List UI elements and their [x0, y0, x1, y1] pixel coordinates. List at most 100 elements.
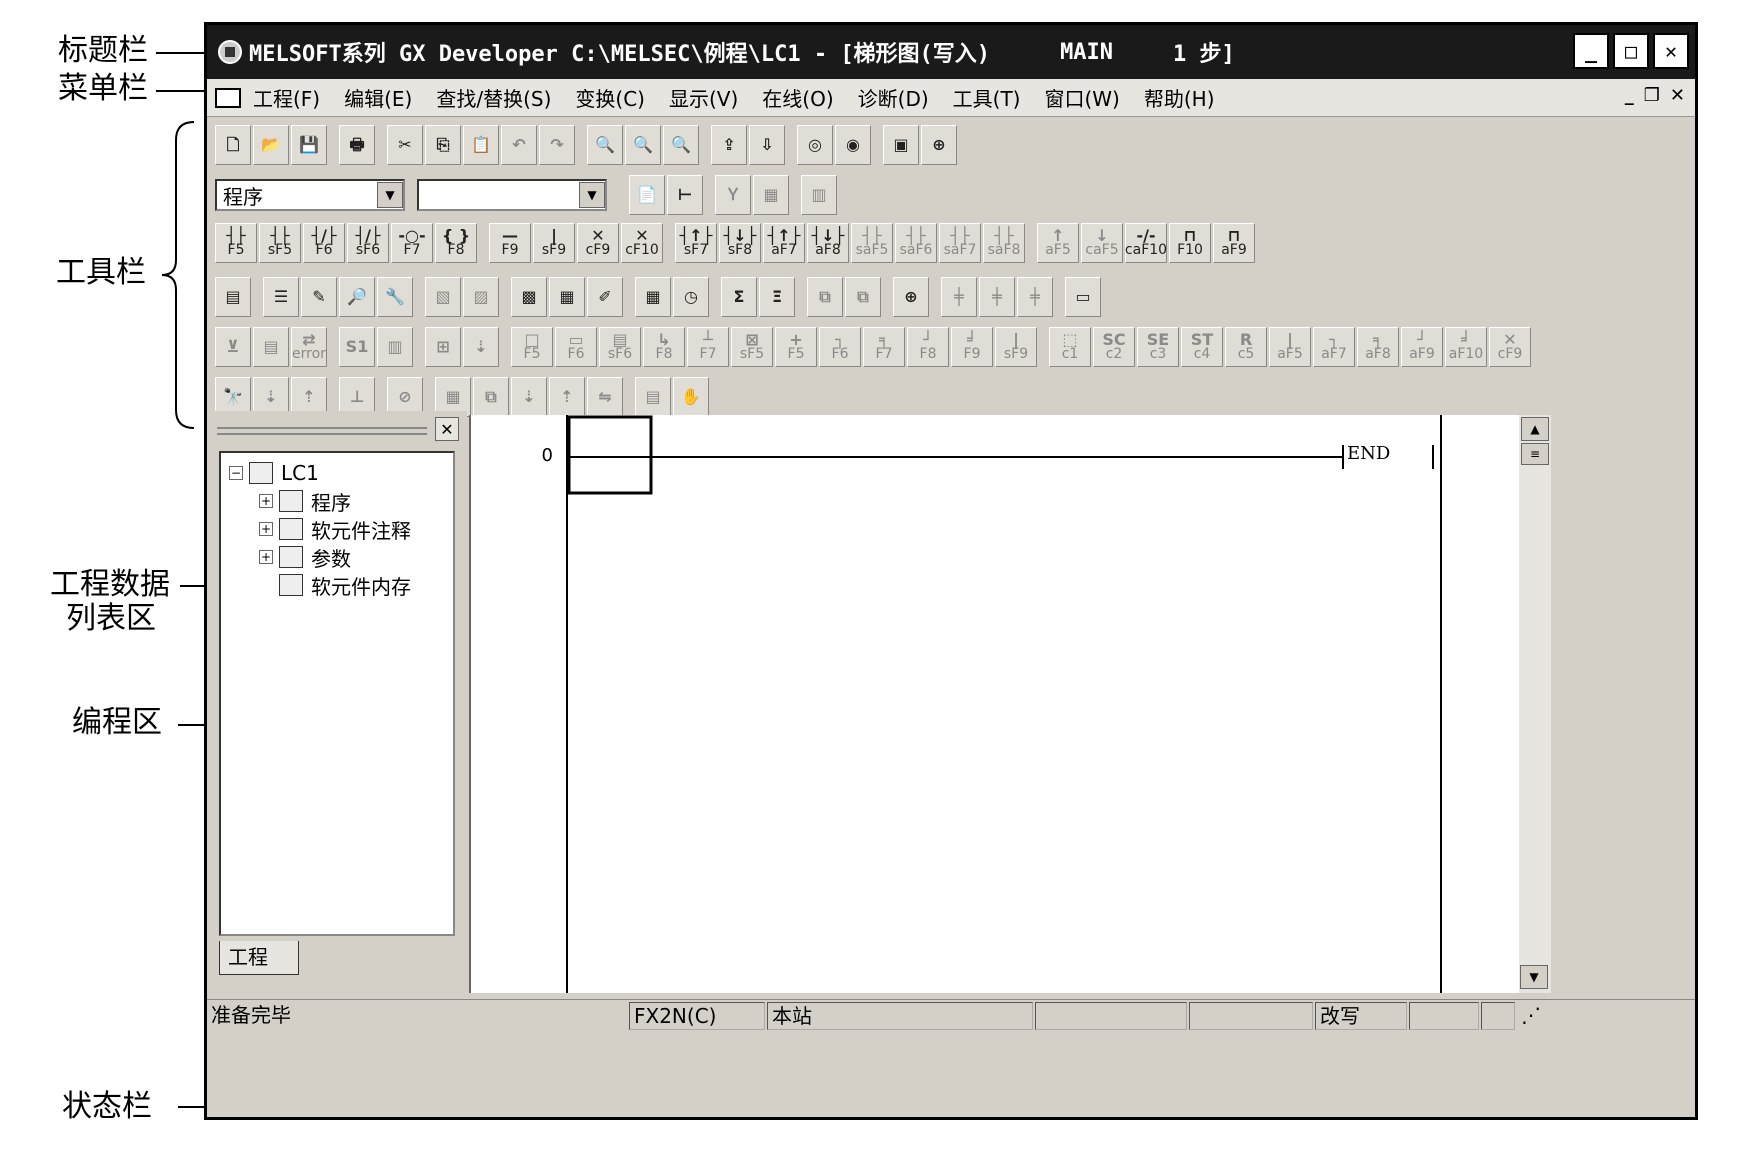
line-delete-button[interactable]: ⊓ aF9 [1213, 223, 1255, 263]
paste-icon[interactable]: 📋 [463, 125, 499, 165]
minimize-button[interactable]: _ [1573, 33, 1609, 69]
sfc-af5-button[interactable]: | aF5 [1269, 327, 1311, 367]
window-cascade-icon[interactable]: ⧉ [845, 277, 881, 317]
parallel-nc-contact-button[interactable]: ┤/├ sF6 [347, 223, 389, 263]
falling-pulse-button[interactable]: ┤↓├ sF8 [719, 223, 761, 263]
comment-icon[interactable]: Ｙ [715, 175, 751, 215]
cut-icon[interactable]: ✂ [387, 125, 423, 165]
tree-item-device-comment[interactable]: + 软元件注释 [229, 515, 453, 543]
window-tile-icon[interactable]: ⧉ [807, 277, 843, 317]
parallel-rising-button[interactable]: ┤↑├ aF7 [763, 223, 805, 263]
expand-icon[interactable]: + [259, 494, 273, 508]
monitor-write-icon[interactable]: ◉ [835, 125, 871, 165]
rising-negated-button[interactable]: ┤├ saF5 [851, 223, 893, 263]
new-file-icon[interactable]: 🗋 [215, 125, 251, 165]
close-button[interactable]: ✕ [1653, 33, 1689, 69]
sfc-end-step-button[interactable]: ▤ sF6 [599, 327, 641, 367]
sfc-vertical-line-button[interactable]: | sF9 [995, 327, 1037, 367]
tree-item-root[interactable]: − LC1 [229, 459, 453, 487]
instruction-search-icon[interactable]: 🔍 [625, 125, 661, 165]
panel-grip[interactable] [217, 427, 427, 435]
undo-icon[interactable]: ↶ [501, 125, 537, 165]
scroll-up-button[interactable]: ▲ [1521, 417, 1549, 441]
collapse-icon[interactable]: − [229, 466, 243, 480]
sfc-af8-button[interactable]: ╕ aF8 [1357, 327, 1399, 367]
resize-grip-icon[interactable]: ⋰ [1517, 1002, 1551, 1030]
sfc-c1-button[interactable]: ⬚ c1 [1049, 327, 1091, 367]
menu-help[interactable]: 帮助(H) [1144, 83, 1215, 112]
sfc-insert-icon[interactable]: ⊻ [215, 327, 251, 367]
sfc-step-icon[interactable]: S1 [339, 327, 375, 367]
sfc-af7-button[interactable]: ┐ aF7 [1313, 327, 1355, 367]
timer-icon[interactable]: ◷ [673, 277, 709, 317]
sfc-dummy-step-button[interactable]: ⊠ sF5 [731, 327, 773, 367]
chevron-down-icon[interactable]: ▼ [377, 182, 403, 208]
program-combo[interactable]: 程序 ▼ [215, 179, 405, 211]
sfc-select-join-button[interactable]: ┘ F8 [907, 327, 949, 367]
hand-icon[interactable]: ✋ [673, 377, 709, 417]
plc-write-icon[interactable]: ⇪ [711, 125, 747, 165]
mdi-close-button[interactable]: ✕ [1670, 85, 1685, 106]
instruction-button[interactable]: { } F8 [435, 223, 477, 263]
sfc-c3-button[interactable]: SE c3 [1137, 327, 1179, 367]
sfc-block-start-button[interactable]: ▭ F6 [555, 327, 597, 367]
device-memory-icon[interactable]: ▥ [801, 175, 837, 215]
redo-icon[interactable]: ↷ [539, 125, 575, 165]
copy-icon[interactable]: ⎘ [425, 125, 461, 165]
sfc-af9-button[interactable]: ┘ aF9 [1401, 327, 1443, 367]
sfc-block-icon[interactable]: ▤ [253, 327, 289, 367]
expand-icon[interactable]: + [259, 550, 273, 564]
parameter-icon[interactable]: ▦ [753, 175, 789, 215]
title-bar[interactable]: MELSOFT系列 GX Developer C:\MELSEC\例程\LC1 … [207, 25, 1695, 79]
tree-view-icon[interactable]: ⊢ [667, 175, 703, 215]
document-icon[interactable] [215, 87, 241, 108]
plc-read-icon[interactable]: ⇩ [749, 125, 785, 165]
rising-pulse-button[interactable]: ┤↑├ sF7 [675, 223, 717, 263]
parallel-falling-negated-button[interactable]: ┤├ saF8 [983, 223, 1025, 263]
device-entry-icon[interactable]: ▣ [883, 125, 919, 165]
vertical-scrollbar[interactable]: ▲ ≡ ▼ [1519, 415, 1551, 993]
data-name-combo[interactable]: ▼ [417, 179, 607, 211]
sfc-branch-button[interactable]: + F5 [775, 327, 817, 367]
batch-monitor-icon[interactable]: ⊕ [921, 125, 957, 165]
horizontal-line-button[interactable]: — F9 [489, 223, 531, 263]
sfc-c2-button[interactable]: SC c2 [1093, 327, 1135, 367]
invert-result-button[interactable]: -/- caF10 [1125, 223, 1167, 263]
read-mode-icon[interactable]: ☰ [263, 277, 299, 317]
open-folder-icon[interactable]: 📂 [253, 125, 289, 165]
write-mode-icon[interactable]: ✎ [301, 277, 337, 317]
tree-item-device-memory[interactable]: 软元件内存 [229, 571, 453, 599]
menu-view[interactable]: 显示(V) [669, 83, 738, 112]
device-up-icon[interactable]: ⇡ [549, 377, 585, 417]
menu-edit[interactable]: 编辑(E) [344, 83, 412, 112]
step-search-icon[interactable]: 🔍 [663, 125, 699, 165]
monitor-icon[interactable]: ◎ [797, 125, 833, 165]
print-icon[interactable]: 🖶 [339, 125, 375, 165]
menu-diagnostics[interactable]: 诊断(D) [858, 83, 929, 112]
vertical-line-button[interactable]: | sF9 [533, 223, 575, 263]
sfc-c5-button[interactable]: Rc5 [1225, 327, 1267, 367]
line-draw-button[interactable]: ⊓ F10 [1169, 223, 1211, 263]
coil-button[interactable]: -○- F7 [391, 223, 433, 263]
step-partial-icon[interactable]: ╪ [1017, 277, 1053, 317]
device-search-icon[interactable]: 🔍 [587, 125, 623, 165]
page-icon[interactable]: ▤ [635, 377, 671, 417]
delete-vertical-button[interactable]: ✕ cF10 [621, 223, 663, 263]
tab-project[interactable]: 工程 [219, 941, 299, 975]
delete-horizontal-button[interactable]: ✕ cF9 [577, 223, 619, 263]
parallel-no-contact-button[interactable]: ┤├ sF5 [259, 223, 301, 263]
step-skip-icon[interactable]: ╪ [979, 277, 1015, 317]
menu-window[interactable]: 窗口(W) [1044, 83, 1119, 112]
menu-convert[interactable]: 变换(C) [575, 83, 645, 112]
save-icon[interactable]: 💾 [291, 125, 327, 165]
ladder-editor[interactable]: 0 END [469, 415, 1519, 993]
mdi-restore-button[interactable]: ❐ [1644, 85, 1660, 106]
device-copy-icon[interactable]: ⧉ [473, 377, 509, 417]
sfc-error-icon[interactable]: ⇄ error [291, 327, 327, 367]
zoom-search-icon[interactable]: ⊕ [893, 277, 929, 317]
mdi-minimize-button[interactable]: _ [1625, 85, 1634, 106]
parallel-rising-negated-button[interactable]: ┤├ saF7 [939, 223, 981, 263]
comment-display-icon[interactable]: ▧ [425, 277, 461, 317]
sfc-table-icon[interactable]: ⊞ [425, 327, 461, 367]
tree-item-parameter[interactable]: + 参数 [229, 543, 453, 571]
